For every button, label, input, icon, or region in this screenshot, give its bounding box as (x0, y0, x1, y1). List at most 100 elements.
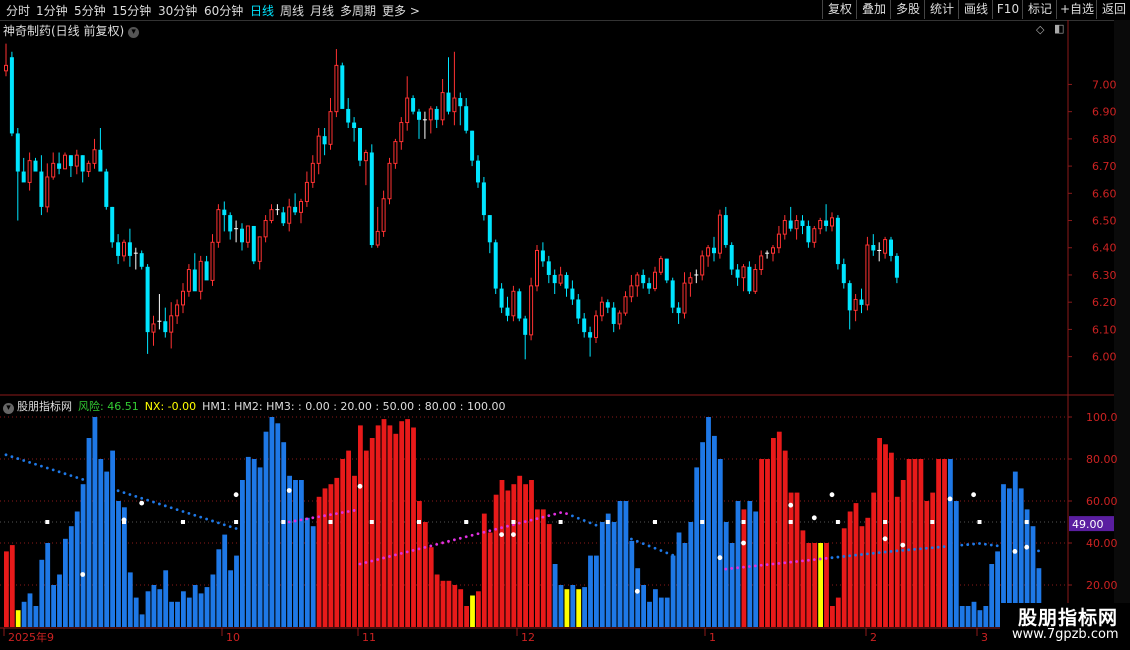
indicator-bar (582, 587, 587, 627)
toolbar-button-2[interactable]: 多股 (890, 0, 925, 19)
indicator-bar (4, 551, 9, 627)
price-tick-label: 6.70 (1092, 160, 1117, 173)
toolbar-button-8[interactable]: 返回 (1096, 0, 1130, 19)
ma-dot (388, 555, 391, 558)
window-toggle-icon[interactable]: ◧ (1054, 22, 1064, 35)
collapse-icon[interactable]: ▾ (3, 403, 14, 414)
candle-body (653, 271, 657, 290)
toolbar-button-4[interactable]: 画线 (958, 0, 993, 19)
candle-body (558, 274, 563, 284)
ma-dot (759, 563, 763, 567)
toolbar-button-5[interactable]: F10 (992, 0, 1023, 19)
toolbar-button-3[interactable]: 统计 (924, 0, 959, 19)
ind-tick-label: 20.00 (1086, 579, 1118, 592)
indicator-bar (906, 459, 912, 627)
ma-dot (358, 562, 362, 566)
candle-body (529, 285, 534, 336)
current-value-label: 49.00 (1072, 518, 1104, 531)
indicator-bar (163, 570, 169, 627)
indicator-bar (340, 459, 346, 627)
signal-marker (653, 520, 657, 524)
indicator-bar (216, 549, 222, 627)
indicator-bar (304, 517, 310, 627)
indicator-bar (411, 427, 416, 627)
signal-dot (286, 488, 292, 493)
indicator-bar (729, 543, 735, 627)
ma-dot (995, 544, 999, 548)
ma-dot (28, 460, 31, 464)
ma-dot (175, 508, 179, 512)
risk-label: 风险: 46.51 (78, 400, 139, 413)
period-tab-5[interactable]: 60分钟 (204, 2, 243, 19)
toolbar-button-0[interactable]: 复权 (822, 0, 857, 19)
candle-body (771, 247, 775, 254)
candle-body (464, 106, 469, 131)
toolbar-button-6[interactable]: 标记 (1022, 0, 1057, 19)
ma-dot (51, 468, 55, 472)
period-tab-10[interactable]: 更多 > (382, 2, 420, 19)
indicator-bar (670, 555, 676, 627)
ma-dot (423, 545, 427, 549)
ma-dot (376, 558, 380, 561)
candle-body (328, 111, 333, 145)
toolbar-button-7[interactable]: +自选 (1056, 0, 1097, 19)
period-tab-7[interactable]: 周线 (280, 2, 304, 19)
candle-body (818, 220, 823, 230)
indicator-bar (535, 509, 540, 627)
signal-dot (829, 492, 835, 498)
period-tab-8[interactable]: 月线 (310, 2, 334, 19)
ma-dot (10, 455, 14, 459)
indicator-bar (21, 601, 27, 627)
indicator-bar (192, 585, 198, 627)
candle-body (682, 282, 687, 314)
indicator-bar (859, 526, 865, 627)
price-tick-label: 6.80 (1092, 133, 1117, 146)
indicator-bar (186, 597, 192, 627)
ma-dot (866, 552, 869, 556)
indicator-bar (676, 532, 682, 627)
period-tab-2[interactable]: 5分钟 (74, 2, 106, 19)
chevron-down-icon[interactable]: ▾ (128, 27, 140, 38)
indicator-bar (257, 467, 263, 627)
period-tab-6[interactable]: 日线 (250, 2, 274, 19)
indicator-bar (198, 593, 204, 627)
ma-dot (919, 547, 922, 551)
period-tab-1[interactable]: 1分钟 (36, 2, 68, 19)
candle-body (98, 149, 103, 172)
toolbar-button-1[interactable]: 叠加 (856, 0, 891, 19)
diamond-icon[interactable]: ◇ (1036, 23, 1044, 36)
indicator-bar (517, 475, 523, 627)
candle-body (617, 312, 622, 325)
period-tab-0[interactable]: 分时 (6, 2, 30, 19)
ma-dot (901, 548, 905, 552)
indicator-bar (653, 589, 658, 627)
ma-dot (447, 539, 450, 543)
ma-dot (122, 491, 126, 494)
period-tab-4[interactable]: 30分钟 (158, 2, 197, 19)
date-label: 1 (709, 631, 716, 644)
signal-dot (357, 483, 363, 489)
indicator-bar (605, 513, 611, 627)
indicator-bar (971, 601, 977, 627)
ma-dot (311, 516, 315, 520)
indicator-bar (942, 459, 947, 627)
indicator-bar (664, 597, 670, 627)
signal-marker (122, 520, 126, 524)
date-label: 2025年9 (8, 630, 54, 644)
chart-title[interactable]: 神奇制药(日线 前复权) ▾ (3, 22, 140, 39)
ma-dot (258, 525, 262, 529)
candle-body (122, 241, 126, 257)
signal-marker (417, 520, 421, 524)
candle-body (446, 92, 451, 112)
candle-body (623, 296, 628, 314)
ma-dot (936, 545, 940, 549)
date-label: 3 (981, 631, 988, 644)
signal-dot (139, 500, 145, 506)
indicator-bar (552, 564, 558, 627)
candle-body (27, 160, 32, 183)
ma-dot (411, 548, 415, 552)
period-tab-3[interactable]: 15分钟 (112, 2, 151, 19)
ma-dot (600, 526, 604, 529)
period-tab-9[interactable]: 多周期 (340, 2, 376, 19)
ma-dot (287, 520, 291, 524)
